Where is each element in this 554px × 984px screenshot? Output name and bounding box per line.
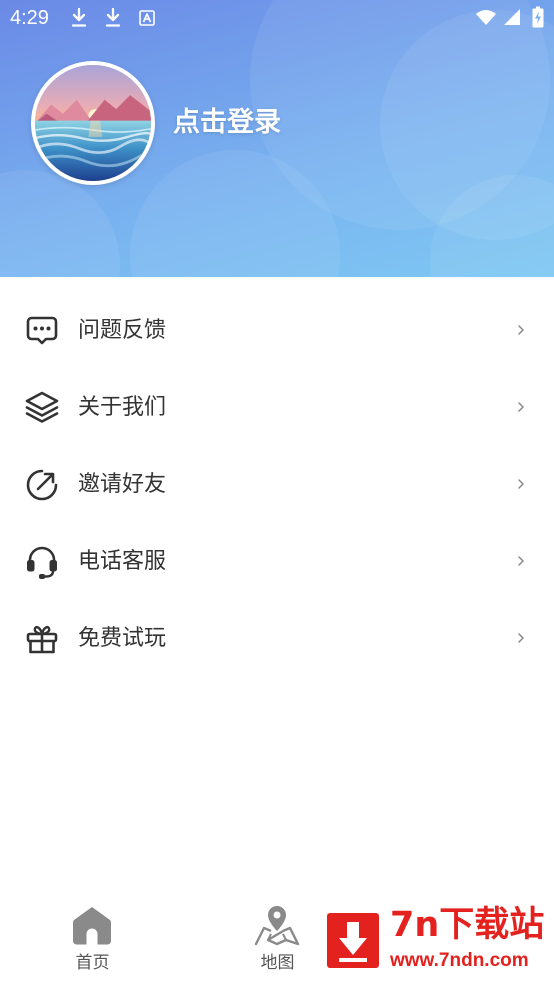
chevron-right-icon xyxy=(518,402,524,412)
menu-item-free-trial[interactable]: 免费试玩 xyxy=(0,600,554,677)
menu-item-label: 关于我们 xyxy=(78,395,167,420)
landscape-avatar-image xyxy=(35,65,151,181)
download-icon xyxy=(71,7,87,27)
menu-item-label: 问题反馈 xyxy=(78,318,167,343)
chevron-right-icon xyxy=(518,633,524,643)
signal-icon xyxy=(504,9,520,25)
a-badge-icon xyxy=(139,10,155,26)
settings-menu: 问题反馈 关于我们 邀请好友 电话客服 免费试玩 xyxy=(0,292,554,677)
menu-item-label: 电话客服 xyxy=(78,549,167,574)
chevron-right-icon xyxy=(518,325,524,335)
headset-icon xyxy=(27,546,57,579)
battery-icon xyxy=(532,6,544,28)
feedback-icon xyxy=(26,316,58,345)
watermark: 7n下载站 www.7ndn.com xyxy=(312,893,554,984)
menu-item-label: 邀请好友 xyxy=(78,472,167,497)
menu-item-feedback[interactable]: 问题反馈 xyxy=(0,292,554,369)
profile-header: 4:29 点击登录 xyxy=(0,0,554,277)
share-arrow-icon xyxy=(26,469,58,501)
menu-item-invite[interactable]: 邀请好友 xyxy=(0,446,554,523)
layers-icon xyxy=(25,391,59,423)
wifi-icon xyxy=(476,10,496,25)
watermark-url: www.7ndn.com xyxy=(390,950,529,971)
menu-item-label: 免费试玩 xyxy=(78,626,167,651)
download-icon xyxy=(105,7,121,27)
watermark-logo xyxy=(327,913,379,968)
nav-tab-label: 首页 xyxy=(75,953,110,973)
status-time: 4:29 xyxy=(10,7,49,29)
status-bar: 4:29 xyxy=(0,0,554,36)
download-arrow-icon xyxy=(339,922,367,962)
header-bubble xyxy=(0,170,120,277)
chevron-right-icon xyxy=(518,479,524,489)
map-icon xyxy=(254,906,300,946)
home-icon xyxy=(73,907,111,945)
chevron-right-icon xyxy=(518,556,524,566)
menu-item-customer-service[interactable]: 电话客服 xyxy=(0,523,554,600)
login-button[interactable]: 点击登录 xyxy=(173,106,281,140)
watermark-brand: 7n下载站 xyxy=(390,905,545,945)
menu-item-about[interactable]: 关于我们 xyxy=(0,369,554,446)
avatar[interactable] xyxy=(31,61,155,185)
gift-icon xyxy=(26,625,58,654)
nav-tab-home[interactable]: 首页 xyxy=(0,895,185,984)
